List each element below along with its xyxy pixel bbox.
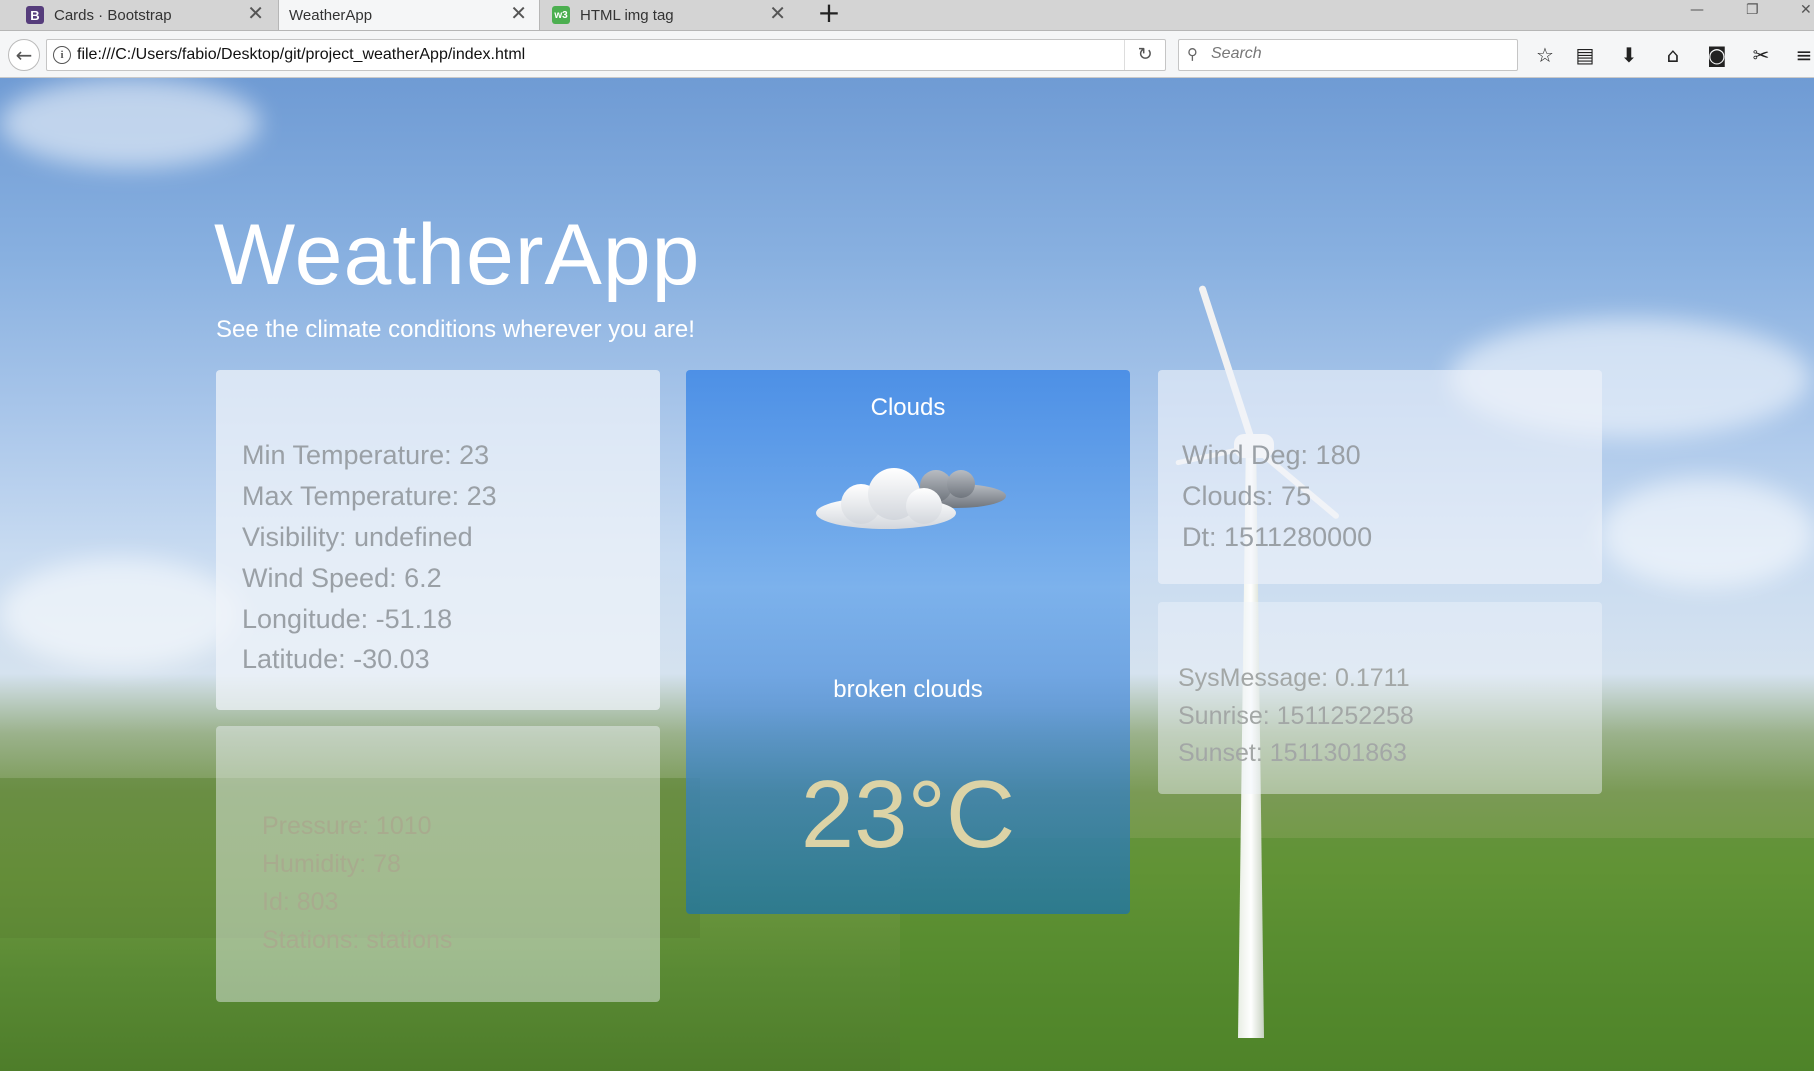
longitude: Longitude: -51.18 bbox=[242, 604, 453, 634]
page-background: WeatherApp See the climate conditions wh… bbox=[0, 78, 1814, 1071]
broken-clouds-icon bbox=[816, 468, 1006, 529]
background-cloud bbox=[1600, 478, 1814, 588]
weather-details-card: Min Temperature: 23 Max Temperature: 23 … bbox=[216, 370, 660, 710]
pressure: Pressure: 1010 bbox=[262, 812, 432, 840]
max-temperature: Max Temperature: 23 bbox=[242, 481, 497, 511]
info-icon[interactable]: i bbox=[53, 46, 71, 64]
background-cloud bbox=[0, 78, 260, 168]
url-text[interactable]: file:///C:/Users/fabio/Desktop/git/proje… bbox=[77, 46, 525, 64]
current-temperature: 23°C bbox=[800, 761, 1016, 868]
menu-icon[interactable]: ≡ bbox=[1794, 43, 1814, 67]
atmosphere-card: Pressure: 1010 Humidity: 78 Id: 803 Stat… bbox=[216, 726, 660, 1002]
weather-description: broken clouds bbox=[833, 676, 983, 703]
search-icon: ⚲ bbox=[1187, 45, 1198, 63]
download-icon[interactable]: ⬇ bbox=[1616, 43, 1642, 67]
close-icon[interactable]: ✕ bbox=[510, 4, 527, 24]
visibility: Visibility: undefined bbox=[242, 522, 473, 552]
pocket-icon[interactable]: ◙ bbox=[1704, 43, 1730, 67]
sunrise: Sunrise: 1511252258 bbox=[1178, 702, 1414, 730]
current-weather-card: Clouds broken clouds 23°C bbox=[686, 370, 1130, 914]
clouds-percent: Clouds: 75 bbox=[1182, 481, 1312, 511]
close-icon[interactable]: ✕ bbox=[769, 4, 786, 24]
wind-speed: Wind Speed: 6.2 bbox=[242, 563, 442, 593]
bootstrap-favicon-icon: B bbox=[26, 6, 44, 24]
tab-label: HTML img tag bbox=[580, 6, 674, 24]
page-subtitle: See the climate conditions wherever you … bbox=[216, 316, 695, 343]
stations: Stations: stations bbox=[262, 926, 453, 954]
weather-condition: Clouds bbox=[870, 394, 946, 421]
min-temperature: Min Temperature: 23 bbox=[242, 440, 490, 470]
page-title: WeatherApp bbox=[214, 207, 701, 303]
wind-degree: Wind Deg: 180 bbox=[1182, 440, 1361, 470]
tab-cards-bootstrap[interactable]: B Cards · Bootstrap ✕ bbox=[16, 0, 276, 30]
sys-message: SysMessage: 0.1711 bbox=[1178, 664, 1410, 692]
background-cloud bbox=[0, 558, 240, 668]
sunset: Sunset: 1511301863 bbox=[1178, 739, 1407, 767]
tab-label: Cards · Bootstrap bbox=[54, 6, 172, 24]
humidity: Humidity: 78 bbox=[262, 850, 401, 878]
search-box[interactable]: ⚲ bbox=[1178, 39, 1518, 71]
search-input[interactable] bbox=[1209, 44, 1503, 64]
navigation-toolbar: ← i file:///C:/Users/fabio/Desktop/git/p… bbox=[0, 31, 1814, 78]
back-icon[interactable]: ← bbox=[8, 39, 40, 71]
close-icon[interactable]: ✕ bbox=[247, 4, 264, 24]
reload-icon[interactable]: ↻ bbox=[1124, 40, 1165, 70]
tab-label: WeatherApp bbox=[289, 6, 373, 24]
new-tab-button[interactable]: + bbox=[814, 0, 844, 30]
extension-icon[interactable]: ✂ bbox=[1748, 43, 1774, 67]
latitude: Latitude: -30.03 bbox=[242, 644, 430, 674]
home-icon[interactable]: ⌂ bbox=[1660, 43, 1686, 67]
window-close-icon[interactable]: ✕ bbox=[1800, 2, 1812, 18]
reader-list-icon[interactable]: ▤ bbox=[1572, 43, 1598, 67]
tab-weatherapp[interactable]: WeatherApp ✕ bbox=[278, 0, 540, 30]
sun-times-card: SysMessage: 0.1711 Sunrise: 1511252258 S… bbox=[1158, 602, 1602, 794]
weather-id: Id: 803 bbox=[262, 888, 339, 916]
w3schools-favicon-icon: w3 bbox=[552, 6, 570, 24]
wind-card: Wind Deg: 180 Clouds: 75 Dt: 1511280000 bbox=[1158, 370, 1602, 584]
restore-icon[interactable]: ❐ bbox=[1746, 2, 1759, 18]
bookmark-star-icon[interactable]: ☆ bbox=[1532, 43, 1558, 67]
data-timestamp: Dt: 1511280000 bbox=[1182, 522, 1373, 552]
minimize-icon[interactable]: — bbox=[1690, 2, 1704, 18]
address-bar[interactable]: i file:///C:/Users/fabio/Desktop/git/pro… bbox=[46, 39, 1166, 71]
tab-strip: B Cards · Bootstrap ✕ WeatherApp ✕ w3 HT… bbox=[0, 0, 1814, 31]
tab-html-img-tag[interactable]: w3 HTML img tag ✕ bbox=[542, 0, 798, 30]
